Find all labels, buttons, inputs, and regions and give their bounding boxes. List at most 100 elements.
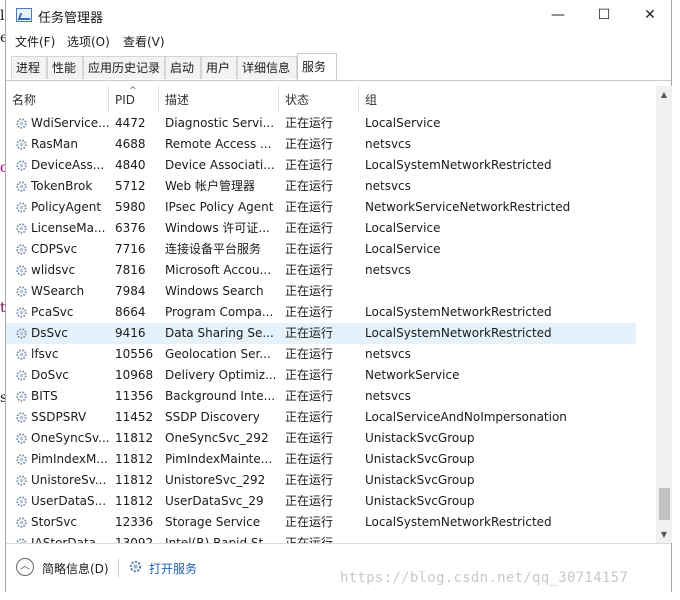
table-row[interactable]: SSDPSRV 11452 SSDP Discovery 正在运行 LocalServi… [6,407,636,428]
service-name: UserDataS... [31,494,107,508]
service-description: OneSyncSvc_292 [165,431,269,445]
service-pid: 7716 [115,242,146,256]
service-description: IPsec Policy Agent [165,200,274,214]
sort-ascending-icon: ^ [129,86,137,96]
menu-file[interactable]: 文件(F) [15,33,55,50]
column-header-name[interactable]: 名称 [6,86,109,112]
service-pid: 11812 [115,473,154,487]
minimize-button[interactable]: — [535,0,581,30]
scrollbar-thumb[interactable] [659,488,670,520]
table-row[interactable]: IAStorData... 13092 Intel(R) Rapid St... 正在… [6,533,636,543]
table-row[interactable]: UnistoreSv... 11812 UnistoreSvc_292 正在运行 Uni… [6,470,636,491]
close-button[interactable]: ✕ [627,0,673,30]
table-row[interactable]: WSearch 7984 Windows Search 正在运行 [6,281,636,302]
table-row[interactable]: DoSvc 10968 Delivery Optimiz... 正在运行 Network… [6,365,636,386]
table-row[interactable]: CDPSvc 7716 连接设备平台服务 正在运行 LocalService [6,239,636,260]
service-status: 正在运行 [285,347,334,361]
column-header-description[interactable]: 描述 [159,86,279,112]
table-row[interactable]: RasMan 4688 Remote Access ... 正在运行 netsvcs [6,134,636,155]
service-pid: 4840 [115,158,146,172]
vertical-scrollbar[interactable]: ▲ ▼ [656,86,672,543]
service-group: LocalSystemNetworkRestricted [365,305,552,319]
service-name: lfsvc [31,347,59,361]
service-name: StorSvc [31,515,77,529]
table-row[interactable]: BITS 11356 Background Inte... 正在运行 netsvcs [6,386,636,407]
table-row[interactable]: StorSvc 12336 Storage Service 正在运行 LocalSyst… [6,512,636,533]
tab-app-history[interactable]: 应用历史记录 [83,56,165,79]
service-status: 正在运行 [285,179,334,193]
fewer-details-button[interactable]: 简略信息(D) [42,560,109,577]
service-group [365,281,635,302]
service-description: Storage Service [165,515,261,529]
table-row[interactable]: TokenBrok 5712 Web 帐户管理器 正在运行 netsvcs [6,176,636,197]
service-gear-icon [16,286,27,297]
tab-services[interactable]: 服务 [297,53,337,80]
service-gear-icon [16,202,27,213]
service-gear-icon [16,454,27,465]
service-status: 正在运行 [285,263,334,277]
maximize-button[interactable]: ☐ [581,0,627,30]
service-group: UnistackSvcGroup [365,494,475,508]
service-gear-icon [16,433,27,444]
service-description: Microsoft Accou... [165,263,272,277]
title-bar[interactable]: 任务管理器 — ☐ ✕ [6,0,671,30]
menu-view[interactable]: 查看(V) [123,33,165,50]
service-status: 正在运行 [285,389,334,403]
tab-performance[interactable]: 性能 [47,56,83,79]
service-name: UnistoreSv... [31,473,107,487]
service-description: 连接设备平台服务 [165,242,262,256]
table-row[interactable]: DeviceAss... 4840 Device Associati... 正在运行 L… [6,155,636,176]
service-status: 正在运行 [285,305,334,319]
table-row[interactable]: WdiService... 4472 Diagnostic Servi... 正在运行… [6,113,636,134]
tab-startup[interactable]: 启动 [165,56,201,79]
service-gear-icon [16,517,27,528]
service-group: LocalService [365,242,441,256]
service-description: Web 帐户管理器 [165,179,255,193]
tab-details[interactable]: 详细信息 [237,56,297,79]
service-group: netsvcs [365,179,411,193]
tab-processes[interactable]: 进程 [11,56,47,79]
service-name: BITS [31,389,58,403]
table-row[interactable]: lfsvc 10556 Geolocation Ser... 正在运行 netsvcs [6,344,636,365]
menu-bar: 文件(F) 选项(O) 查看(V) [6,30,671,52]
column-header-status[interactable]: 状态 [279,86,359,112]
service-gear-icon [16,349,27,360]
table-row[interactable]: PcaSvc 8664 Program Compa... 正在运行 LocalSyste… [6,302,636,323]
service-description: PimIndexMainte... [165,452,273,466]
tab-users[interactable]: 用户 [201,56,237,79]
menu-options[interactable]: 选项(O) [67,33,110,50]
service-gear-icon [16,475,27,486]
column-header-group[interactable]: 组 [359,86,636,112]
service-group: UnistackSvcGroup [365,431,475,445]
service-status: 正在运行 [285,326,334,340]
service-pid: 7816 [115,263,146,277]
table-row[interactable]: LicenseMa... 6376 Windows 许可证... 正在运行 LocalS… [6,218,636,239]
service-gear-icon [16,139,27,150]
table-row[interactable]: wlidsvc 7816 Microsoft Accou... 正在运行 netsvcs [6,260,636,281]
table-row[interactable]: PimIndexM... 11812 PimIndexMainte... 正在运行 Un… [6,449,636,470]
table-row[interactable]: PolicyAgent 5980 IPsec Policy Agent 正在运行 Net… [6,197,636,218]
service-pid: 11356 [115,389,154,403]
scroll-down-icon[interactable]: ▼ [656,526,672,543]
service-status: 正在运行 [285,494,334,508]
service-name: PimIndexM... [31,452,108,466]
open-services-link[interactable]: 打开服务 [149,560,197,577]
service-description: UserDataSvc_29 [165,494,264,508]
service-pid: 7984 [115,284,146,298]
service-description: Intel(R) Rapid St... [165,536,275,543]
service-gear-icon [16,307,27,318]
service-gear-icon [16,412,27,423]
scroll-up-icon[interactable]: ▲ [656,86,672,103]
table-row[interactable]: UserDataS... 11812 UserDataSvc_29 正在运行 Unist… [6,491,636,512]
table-row[interactable]: DsSvc 9416 Data Sharing Se... 正在运行 LocalSyst… [6,323,636,344]
collapse-chevron-icon[interactable]: ︿ [16,558,34,576]
service-name: WSearch [31,284,85,298]
service-status: 正在运行 [285,515,334,529]
table-row[interactable]: OneSyncSv... 11812 OneSyncSvc_292 正在运行 Unist… [6,428,636,449]
service-pid: 4472 [115,116,146,130]
service-status: 正在运行 [285,410,334,424]
service-group: LocalSystemNetworkRestricted [365,515,552,529]
service-description: SSDP Discovery [165,410,260,424]
watermark-text: https://blog.csdn.net/qq_30714157 [340,570,629,586]
service-group: netsvcs [365,263,411,277]
